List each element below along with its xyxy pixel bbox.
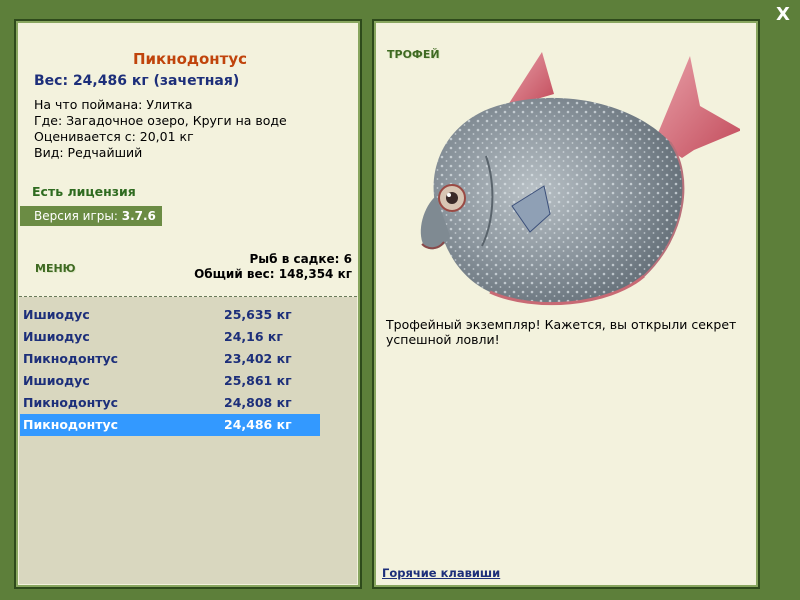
license-status: Есть лицензия [32,184,136,199]
divider [19,296,357,297]
catch-row[interactable]: Ишиодус 25,635 кг [20,304,320,326]
close-button[interactable]: X [774,6,792,24]
catch-row[interactable]: Пикнодонтус 23,402 кг [20,348,320,370]
catch-weight: 25,635 кг [224,307,292,322]
catch-name: Ишиодус [23,329,90,344]
version-label: Версия игры: [34,209,122,223]
catch-weight: 23,402 кг [224,351,292,366]
catch-name: Ишиодус [23,373,90,388]
version-badge: Версия игры: 3.7.6 [20,206,162,226]
value-info: Оценивается с: 20,01 кг [34,129,194,144]
catch-row[interactable]: Пикнодонтус 24,486 кг [20,414,320,436]
game-window: X Пикнодонтус Вес: 24,486 кг (зачетная) … [0,0,800,600]
catch-name: Пикнодонтус [23,351,119,366]
fish-name: Пикнодонтус [132,50,248,68]
hotkeys-link[interactable]: Горячие клавиши [382,566,500,580]
version-value: 3.7.6 [121,209,156,223]
catch-row[interactable]: Ишиодус 24,16 кг [20,326,320,348]
catch-name: Ишиодус [23,307,90,322]
bait-info: На что поймана: Улитка [34,97,193,112]
catch-row[interactable]: Ишиодус 25,861 кг [20,370,320,392]
catch-weight: 24,16 кг [224,329,283,344]
catch-row[interactable]: Пикнодонтус 24,808 кг [20,392,320,414]
keep-total-weight: Общий вес: 148,354 кг [194,267,352,281]
catch-weight: 25,861 кг [224,373,292,388]
trophy-panel: ТРОФЕЙ Трофейный экземпляр! Кажется, вы … [372,19,760,589]
place-info: Где: Загадочное озеро, Круги на воде [34,113,287,128]
catch-info-panel: Пикнодонтус Вес: 24,486 кг (зачетная) На… [14,19,362,589]
catch-name: Пикнодонтус [23,395,119,410]
fish-illustration [420,52,740,306]
trophy-message: Трофейный экземпляр! Кажется, вы открыли… [386,317,737,347]
menu-button[interactable]: МЕНЮ [35,262,76,275]
kind-info: Вид: Редчайший [34,145,143,160]
catch-weight: 24,808 кг [224,395,292,410]
fish-weight: Вес: 24,486 кг (зачетная) [34,73,240,89]
keep-count: Рыб в садке: 6 [249,252,353,266]
catch-weight: 24,486 кг [224,417,292,432]
catch-name: Пикнодонтус [23,417,119,432]
keep-summary: Рыб в садке: 6 Общий вес: 148,354 кг [194,252,352,282]
